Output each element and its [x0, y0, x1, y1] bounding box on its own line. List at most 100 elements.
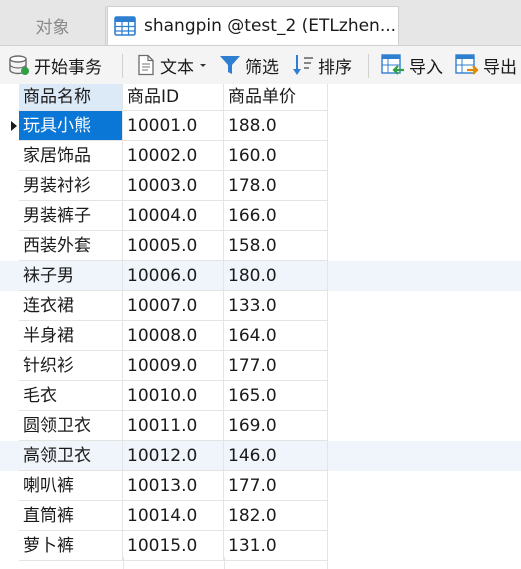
- import-button[interactable]: 导入: [381, 46, 443, 84]
- cell-product-id[interactable]: 10008.0: [123, 321, 224, 351]
- export-icon: [455, 54, 479, 75]
- column-header-price[interactable]: 商品单价: [224, 84, 328, 111]
- tab-table-label: shangpin @test_2 (ETLzhen...: [144, 16, 397, 36]
- filter-label: 筛选: [245, 57, 279, 78]
- begin-transaction-label: 开始事务: [34, 57, 102, 78]
- cell-product-name[interactable]: 家居饰品: [19, 141, 123, 171]
- toolbar-divider: [368, 54, 369, 78]
- cell-product-name[interactable]: 袜子男: [19, 261, 123, 291]
- toolbar-divider: [122, 54, 123, 78]
- table-row[interactable]: 半身裙 10008.0 164.0: [0, 321, 521, 351]
- cell-product-id[interactable]: 10004.0: [123, 201, 224, 231]
- table-row[interactable]: 男装裤子 10004.0 166.0: [0, 201, 521, 231]
- cell-unit-price[interactable]: 164.0: [224, 321, 328, 351]
- row-indicator[interactable]: [0, 171, 19, 201]
- cell-unit-price[interactable]: 165.0: [224, 381, 328, 411]
- export-button[interactable]: 导出: [455, 46, 517, 84]
- cell-product-id[interactable]: 10014.0: [123, 501, 224, 531]
- row-indicator[interactable]: [0, 201, 19, 231]
- tab-bar: 对象 shangpin @test_2 (ETLzhen...: [0, 0, 521, 46]
- cell-product-name[interactable]: 毛衣: [19, 381, 123, 411]
- table-row[interactable]: 袜子男 10006.0 180.0: [0, 261, 521, 291]
- begin-transaction-button[interactable]: 开始事务: [8, 46, 102, 84]
- table-row[interactable]: 喇叭裤 10013.0 177.0: [0, 471, 521, 501]
- cell-unit-price[interactable]: 146.0: [224, 441, 328, 471]
- current-row-arrow-icon: [11, 121, 17, 131]
- cell-product-name[interactable]: 男装衬衫: [19, 171, 123, 201]
- cell-product-id[interactable]: 10013.0: [123, 471, 224, 501]
- table-row[interactable]: 圆领卫衣 10011.0 169.0: [0, 411, 521, 441]
- cell-product-name[interactable]: 直筒裤: [19, 501, 123, 531]
- cell-product-name[interactable]: 针织衫: [19, 351, 123, 381]
- cell-unit-price[interactable]: 169.0: [224, 411, 328, 441]
- cell-product-name[interactable]: 连衣裙: [19, 291, 123, 321]
- document-icon: [138, 54, 154, 76]
- filter-icon: [220, 56, 240, 74]
- cell-unit-price[interactable]: 166.0: [224, 201, 328, 231]
- cell-unit-price[interactable]: 160.0: [224, 141, 328, 171]
- table-row[interactable]: 玩具小熊 10001.0 188.0: [0, 111, 521, 141]
- cell-unit-price[interactable]: 158.0: [224, 231, 328, 261]
- partial-row: [19, 557, 328, 569]
- table-row[interactable]: 针织衫 10009.0 177.0: [0, 351, 521, 381]
- row-indicator[interactable]: [0, 231, 19, 261]
- cell-product-id[interactable]: 10001.0: [123, 111, 224, 141]
- cell-product-id[interactable]: 10012.0: [123, 441, 224, 471]
- cell-product-id[interactable]: 10009.0: [123, 351, 224, 381]
- cell-product-name[interactable]: 喇叭裤: [19, 471, 123, 501]
- tab-objects-label: 对象: [35, 18, 70, 38]
- cell-product-id[interactable]: 10002.0: [123, 141, 224, 171]
- cell-unit-price[interactable]: 182.0: [224, 501, 328, 531]
- row-indicator[interactable]: [0, 321, 19, 351]
- table-row[interactable]: 高领卫衣 10012.0 146.0: [0, 441, 521, 471]
- column-header-id[interactable]: 商品ID: [123, 84, 224, 111]
- row-indicator[interactable]: [0, 381, 19, 411]
- dropdown-arrow-icon: [200, 64, 206, 67]
- row-indicator[interactable]: [0, 351, 19, 381]
- row-indicator[interactable]: [0, 261, 19, 291]
- import-label: 导入: [409, 57, 443, 78]
- cell-product-id[interactable]: 10007.0: [123, 291, 224, 321]
- table-row[interactable]: 直筒裤 10014.0 182.0: [0, 501, 521, 531]
- table-row[interactable]: 毛衣 10010.0 165.0: [0, 381, 521, 411]
- sort-button[interactable]: 排序: [292, 46, 352, 84]
- cell-product-name[interactable]: 玩具小熊: [19, 111, 123, 141]
- text-button[interactable]: 文本: [136, 46, 208, 84]
- export-label: 导出: [483, 57, 517, 78]
- column-header-name[interactable]: 商品名称: [19, 84, 123, 111]
- cell-unit-price[interactable]: 133.0: [224, 291, 328, 321]
- row-indicator[interactable]: [0, 291, 19, 321]
- cell-product-name[interactable]: 西装外套: [19, 231, 123, 261]
- table-row[interactable]: 男装衬衫 10003.0 178.0: [0, 171, 521, 201]
- cell-unit-price[interactable]: 177.0: [224, 351, 328, 381]
- row-indicator[interactable]: [0, 141, 19, 171]
- tab-objects[interactable]: 对象: [0, 6, 106, 45]
- cell-product-id[interactable]: 10003.0: [123, 171, 224, 201]
- table-row[interactable]: 连衣裙 10007.0 133.0: [0, 291, 521, 321]
- cell-product-id[interactable]: 10010.0: [123, 381, 224, 411]
- row-indicator[interactable]: [0, 531, 19, 561]
- row-indicator[interactable]: [0, 441, 19, 471]
- row-indicator[interactable]: [0, 471, 19, 501]
- table-row[interactable]: 家居饰品 10002.0 160.0: [0, 141, 521, 171]
- toolbar: 开始事务 文本 筛选 排序 导入 导出: [0, 46, 521, 85]
- cell-unit-price[interactable]: 180.0: [224, 261, 328, 291]
- cell-product-name[interactable]: 高领卫衣: [19, 441, 123, 471]
- cell-product-name[interactable]: 半身裙: [19, 321, 123, 351]
- row-indicator[interactable]: [0, 411, 19, 441]
- row-indicator[interactable]: [0, 501, 19, 531]
- cell-product-id[interactable]: 10005.0: [123, 231, 224, 261]
- cell-product-id[interactable]: 10006.0: [123, 261, 224, 291]
- cell-unit-price[interactable]: 178.0: [224, 171, 328, 201]
- row-indicator[interactable]: [0, 111, 19, 141]
- sort-icon: [293, 55, 313, 75]
- cell-product-name[interactable]: 男装裤子: [19, 201, 123, 231]
- cell-product-name[interactable]: 圆领卫衣: [19, 411, 123, 441]
- cell-product-id[interactable]: 10011.0: [123, 411, 224, 441]
- tab-table-shangpin[interactable]: shangpin @test_2 (ETLzhen...: [107, 6, 399, 45]
- database-icon: [9, 55, 29, 75]
- filter-button[interactable]: 筛选: [219, 46, 279, 84]
- table-row[interactable]: 西装外套 10005.0 158.0: [0, 231, 521, 261]
- cell-unit-price[interactable]: 177.0: [224, 471, 328, 501]
- cell-unit-price[interactable]: 188.0: [224, 111, 328, 141]
